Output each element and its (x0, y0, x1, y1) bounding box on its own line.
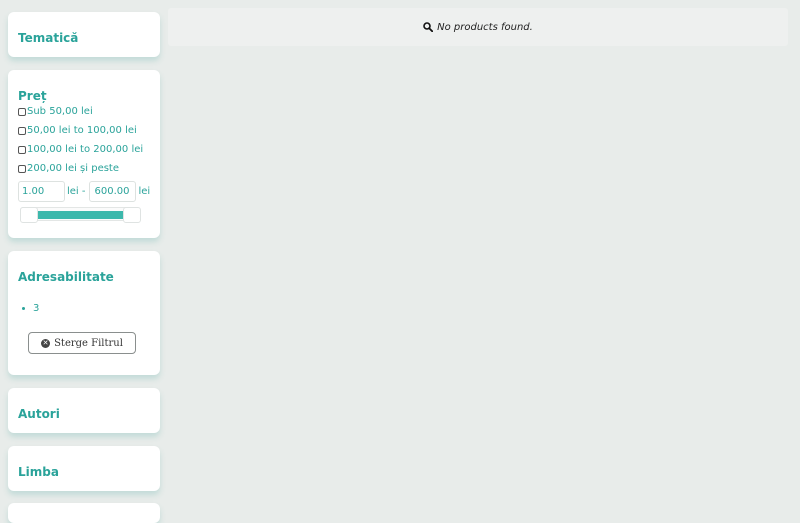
no-products-text: No products found. (437, 21, 533, 33)
checkbox[interactable] (18, 145, 26, 154)
checkbox[interactable] (18, 126, 26, 135)
filter-card-limba[interactable]: Limba (8, 446, 160, 491)
filter-title-limba[interactable]: Limba (18, 465, 59, 479)
clear-filter-button[interactable]: ✕ Sterge Filtrul (28, 332, 136, 354)
price-option-label: 50,00 lei to 100,00 lei (27, 125, 137, 136)
slider-range-fill (37, 211, 125, 219)
price-range-inputs: 1.00 lei - 600.00 lei (18, 181, 150, 202)
checkbox[interactable] (18, 164, 26, 173)
range-separator: lei - (67, 186, 86, 197)
filter-card-tematica[interactable]: Tematică (8, 12, 160, 57)
filter-card-autori[interactable]: Autori (8, 388, 160, 433)
filter-title-autori[interactable]: Autori (18, 407, 60, 421)
price-range-slider[interactable] (20, 207, 141, 223)
checkbox[interactable] (18, 107, 26, 116)
close-circle-icon: ✕ (41, 338, 51, 348)
filter-card-partial (8, 503, 160, 523)
price-option-2[interactable]: 50,00 lei to 100,00 lei (18, 125, 137, 136)
price-option-3[interactable]: 100,00 lei to 200,00 lei (18, 144, 143, 155)
filter-card-pret: Preț Sub 50,00 lei 50,00 lei to 100,00 l… (8, 70, 160, 238)
price-max-input[interactable]: 600.00 (88, 181, 136, 202)
price-min-input[interactable]: 1.00 (18, 181, 65, 202)
price-option-label: 200,00 lei și peste (27, 163, 120, 174)
selected-filter-item[interactable]: 3 (22, 303, 39, 314)
clear-filter-label: Sterge Filtrul (54, 337, 123, 349)
selected-filter-value: 3 (33, 303, 40, 314)
price-option-label: Sub 50,00 lei (27, 106, 93, 117)
price-option-label: 100,00 lei to 200,00 lei (27, 144, 144, 155)
slider-max-handle[interactable] (123, 207, 141, 223)
currency-label: lei (138, 186, 151, 197)
no-products-message: No products found. (168, 8, 788, 46)
filter-card-adresabilitate: Adresabilitate 3 ✕ Sterge Filtrul (8, 251, 160, 375)
slider-min-handle[interactable] (20, 207, 38, 223)
price-option-4[interactable]: 200,00 lei și peste (18, 163, 119, 174)
search-icon (423, 22, 434, 32)
price-option-1[interactable]: Sub 50,00 lei (18, 106, 93, 117)
filter-title-tematica[interactable]: Tematică (18, 31, 78, 45)
filter-title-pret[interactable]: Preț (18, 89, 47, 103)
filter-title-adresabilitate[interactable]: Adresabilitate (18, 270, 114, 284)
bullet-dot (22, 307, 25, 310)
